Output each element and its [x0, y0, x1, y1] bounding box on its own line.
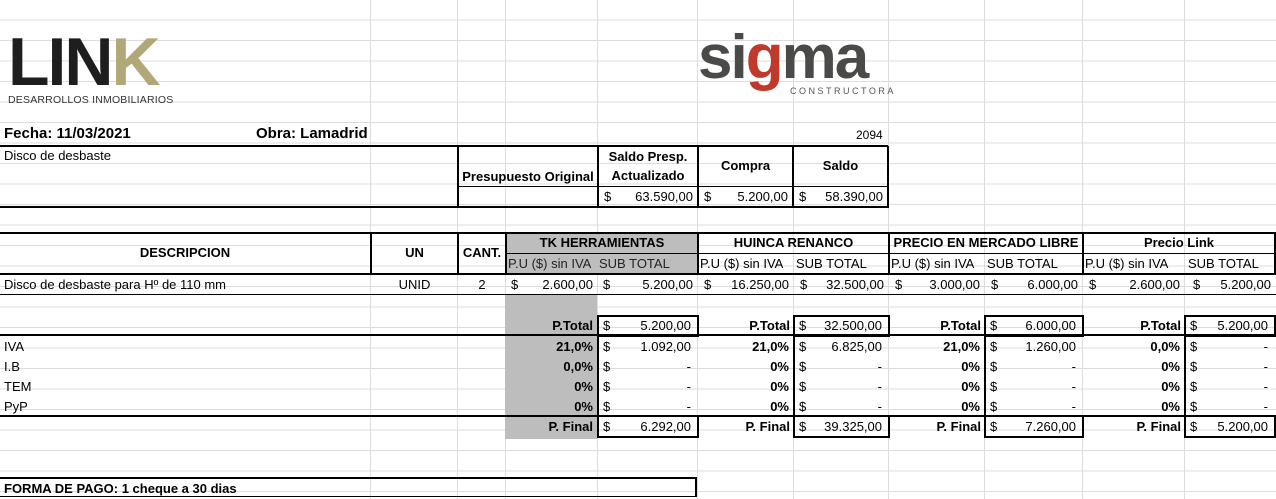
tax-pct: 0% [574, 399, 593, 414]
vendor-huinca: HUINCA RENANCO [733, 235, 854, 250]
pfinal-label: P. Final [1136, 419, 1181, 434]
ptotal-ml: 6.000,00 [1025, 318, 1076, 333]
pfinal-label: P. Final [745, 419, 790, 434]
spreadsheet: LINK DESARROLLOS INMOBILIARIOS sigma CON… [0, 0, 1276, 499]
ptotal-huinca: 32.500,00 [824, 318, 882, 333]
col-presupuesto-original: Presupuesto Original [462, 169, 594, 184]
obra-label: Obra: Lamadrid [256, 125, 368, 142]
tax-value: - [1071, 359, 1076, 374]
tax-value: - [877, 359, 882, 374]
link-logo: LINK DESARROLLOS INMOBILIARIOS [8, 24, 174, 106]
tax-row-label: I.B [4, 359, 20, 374]
tax-value: - [686, 359, 691, 374]
tax-value: - [1071, 399, 1076, 414]
tax-value: - [1263, 339, 1268, 354]
tax-value: - [877, 399, 882, 414]
tax-pct: 0% [1161, 359, 1180, 374]
ptotal-link: 5.200,00 [1217, 318, 1268, 333]
tax-pct: 0% [1161, 399, 1180, 414]
vendor-mercadolibre: PRECIO EN MERCADO LIBRE [893, 235, 1079, 250]
subheader-sub: SUB TOTAL [599, 256, 670, 271]
subheader-sub: SUB TOTAL [796, 256, 867, 271]
col-compra: Compra [720, 158, 771, 173]
row-unit: UNID [398, 277, 431, 292]
vendor-link: Precio Link [1143, 235, 1215, 250]
pfinal-huinca: 39.325,00 [824, 419, 882, 434]
sub-ml: 6.000,00 [1027, 277, 1078, 292]
sigma-logo: sigma CONSTRUCTORA [698, 23, 896, 97]
col-saldo-l1: Saldo Presp. [608, 149, 688, 164]
tax-pct: 21,0% [943, 339, 980, 354]
pu-link: 2.600,00 [1129, 277, 1180, 292]
tax-value: - [1263, 359, 1268, 374]
tax-value: 6.825,00 [831, 339, 882, 354]
row-description: Disco de desbaste para Hº de 110 mm [4, 277, 227, 292]
subheader-pu: P.U ($) sin IVA [891, 256, 975, 271]
row-quantity: 2 [478, 277, 486, 292]
header-descripcion: DESCRIPCION [139, 245, 231, 260]
tax-value: - [686, 399, 691, 414]
pfinal-label: P. Final [548, 419, 593, 434]
pfinal-link: 5.200,00 [1217, 419, 1268, 434]
tax-pct: 21,0% [556, 339, 593, 354]
ptotal-tk: 5.200,00 [640, 318, 691, 333]
compra-value: 5.200,00 [737, 189, 788, 204]
pu-huinca: 16.250,00 [731, 277, 789, 292]
tax-value: - [1263, 379, 1268, 394]
tax-row-label: PyP [4, 399, 28, 414]
tax-pct: 0% [770, 359, 789, 374]
tax-value: - [1263, 399, 1268, 414]
subheader-pu: P.U ($) sin IVA [1085, 256, 1169, 271]
sub-link: 5.200,00 [1220, 277, 1271, 292]
subheader-pu: P.U ($) sin IVA [508, 256, 592, 271]
tax-pct: 0% [961, 379, 980, 394]
header-cant: CANT. [462, 245, 502, 260]
ptotal-label: P.Total [940, 318, 981, 333]
tax-pct: 0,0% [1150, 339, 1180, 354]
tax-value: - [877, 379, 882, 394]
tax-pct: 0% [574, 379, 593, 394]
tax-row-label: TEM [4, 379, 32, 394]
pfinal-tk: 6.292,00 [640, 419, 691, 434]
tax-pct: 0% [770, 399, 789, 414]
pfinal-label: P. Final [936, 419, 981, 434]
subheader-pu: P.U ($) sin IVA [700, 256, 784, 271]
forma-de-pago: FORMA DE PAGO: 1 cheque a 30 dias [4, 481, 237, 496]
col-saldo-l2: Actualizado [611, 168, 685, 183]
ptotal-label: P.Total [552, 318, 593, 333]
col-saldo: Saldo [822, 158, 859, 173]
tax-value: - [686, 379, 691, 394]
pu-tk: 2.600,00 [542, 277, 593, 292]
tax-pct: 0% [1161, 379, 1180, 394]
vendor-tk: TK HERRAMIENTAS [539, 235, 665, 250]
fecha-label: Fecha: 11/03/2021 [4, 125, 131, 142]
tax-value: 1.092,00 [640, 339, 691, 354]
subheader-sub: SUB TOTAL [1188, 256, 1259, 271]
saldo-value: 58.390,00 [825, 189, 883, 204]
tax-pct: 0,0% [563, 359, 593, 374]
subheader-sub: SUB TOTAL [987, 256, 1058, 271]
tax-pct: 0% [961, 359, 980, 374]
pu-ml: 3.000,00 [929, 277, 980, 292]
pfinal-ml: 7.260,00 [1025, 419, 1076, 434]
tax-row-label: IVA [4, 339, 24, 354]
tax-pct: 0% [961, 399, 980, 414]
ptotal-label: P.Total [749, 318, 790, 333]
tax-pct: 21,0% [752, 339, 789, 354]
tax-value: 1.260,00 [1025, 339, 1076, 354]
tax-value: - [1071, 379, 1076, 394]
header-un: UN [405, 245, 424, 260]
saldo-actualizado-value: 63.590,00 [635, 189, 693, 204]
tax-pct: 0% [770, 379, 789, 394]
sub-tk: 5.200,00 [642, 277, 693, 292]
sub-huinca: 32.500,00 [826, 277, 884, 292]
ptotal-label: P.Total [1140, 318, 1181, 333]
budget-number: 2094 [856, 128, 883, 142]
item-name: Disco de desbaste [4, 148, 111, 163]
